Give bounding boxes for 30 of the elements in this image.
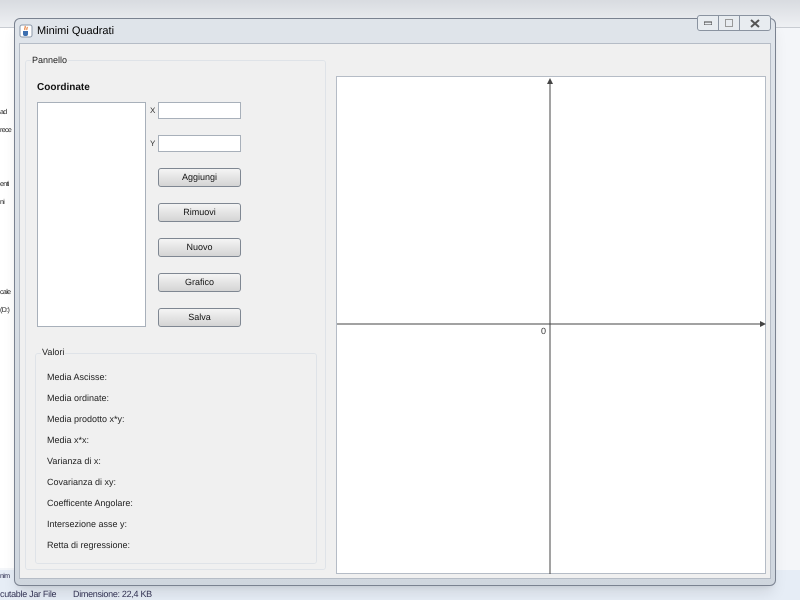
- value-label: Retta di regressione:: [47, 539, 132, 551]
- close-button[interactable]: [739, 15, 771, 31]
- input-field[interactable]: [158, 102, 241, 119]
- value-label: Intersezione asse y:: [47, 518, 128, 530]
- field-label: X: [150, 104, 155, 116]
- action-button[interactable]: Grafico: [158, 273, 241, 292]
- value-label: Media Ascisse:: [47, 371, 108, 383]
- close-icon: [750, 18, 760, 28]
- action-button[interactable]: Rimuovi: [158, 203, 241, 222]
- value-label: Varianza di x:: [47, 455, 102, 467]
- value-label: Covarianza di xy:: [47, 476, 118, 488]
- action-button[interactable]: Nuovo: [158, 238, 241, 257]
- section-heading: Coordinate: [37, 81, 90, 95]
- origin-label: 0: [541, 325, 546, 338]
- window-title: Minimi Quadrati: [37, 24, 114, 39]
- coffee-cup-icon: [19, 24, 33, 38]
- maximize-icon: [725, 19, 733, 27]
- value-label: Media x*x:: [47, 434, 90, 446]
- action-button[interactable]: Aggiungi: [158, 168, 241, 187]
- action-button[interactable]: Salva: [158, 308, 241, 327]
- value-label: Media prodotto x*y:: [47, 413, 126, 425]
- minimize-button[interactable]: [697, 15, 719, 31]
- status-text: Dimensione: 22,4 KB: [73, 588, 152, 600]
- minimize-icon: [704, 21, 712, 25]
- status-text: cutable Jar File: [0, 588, 56, 600]
- field-label: Y: [150, 138, 155, 150]
- input-field[interactable]: [158, 135, 241, 152]
- value-label: Coefficente Angolare:: [47, 497, 133, 509]
- coordinate-list[interactable]: [37, 102, 146, 327]
- value-label: Media ordinate:: [47, 392, 110, 404]
